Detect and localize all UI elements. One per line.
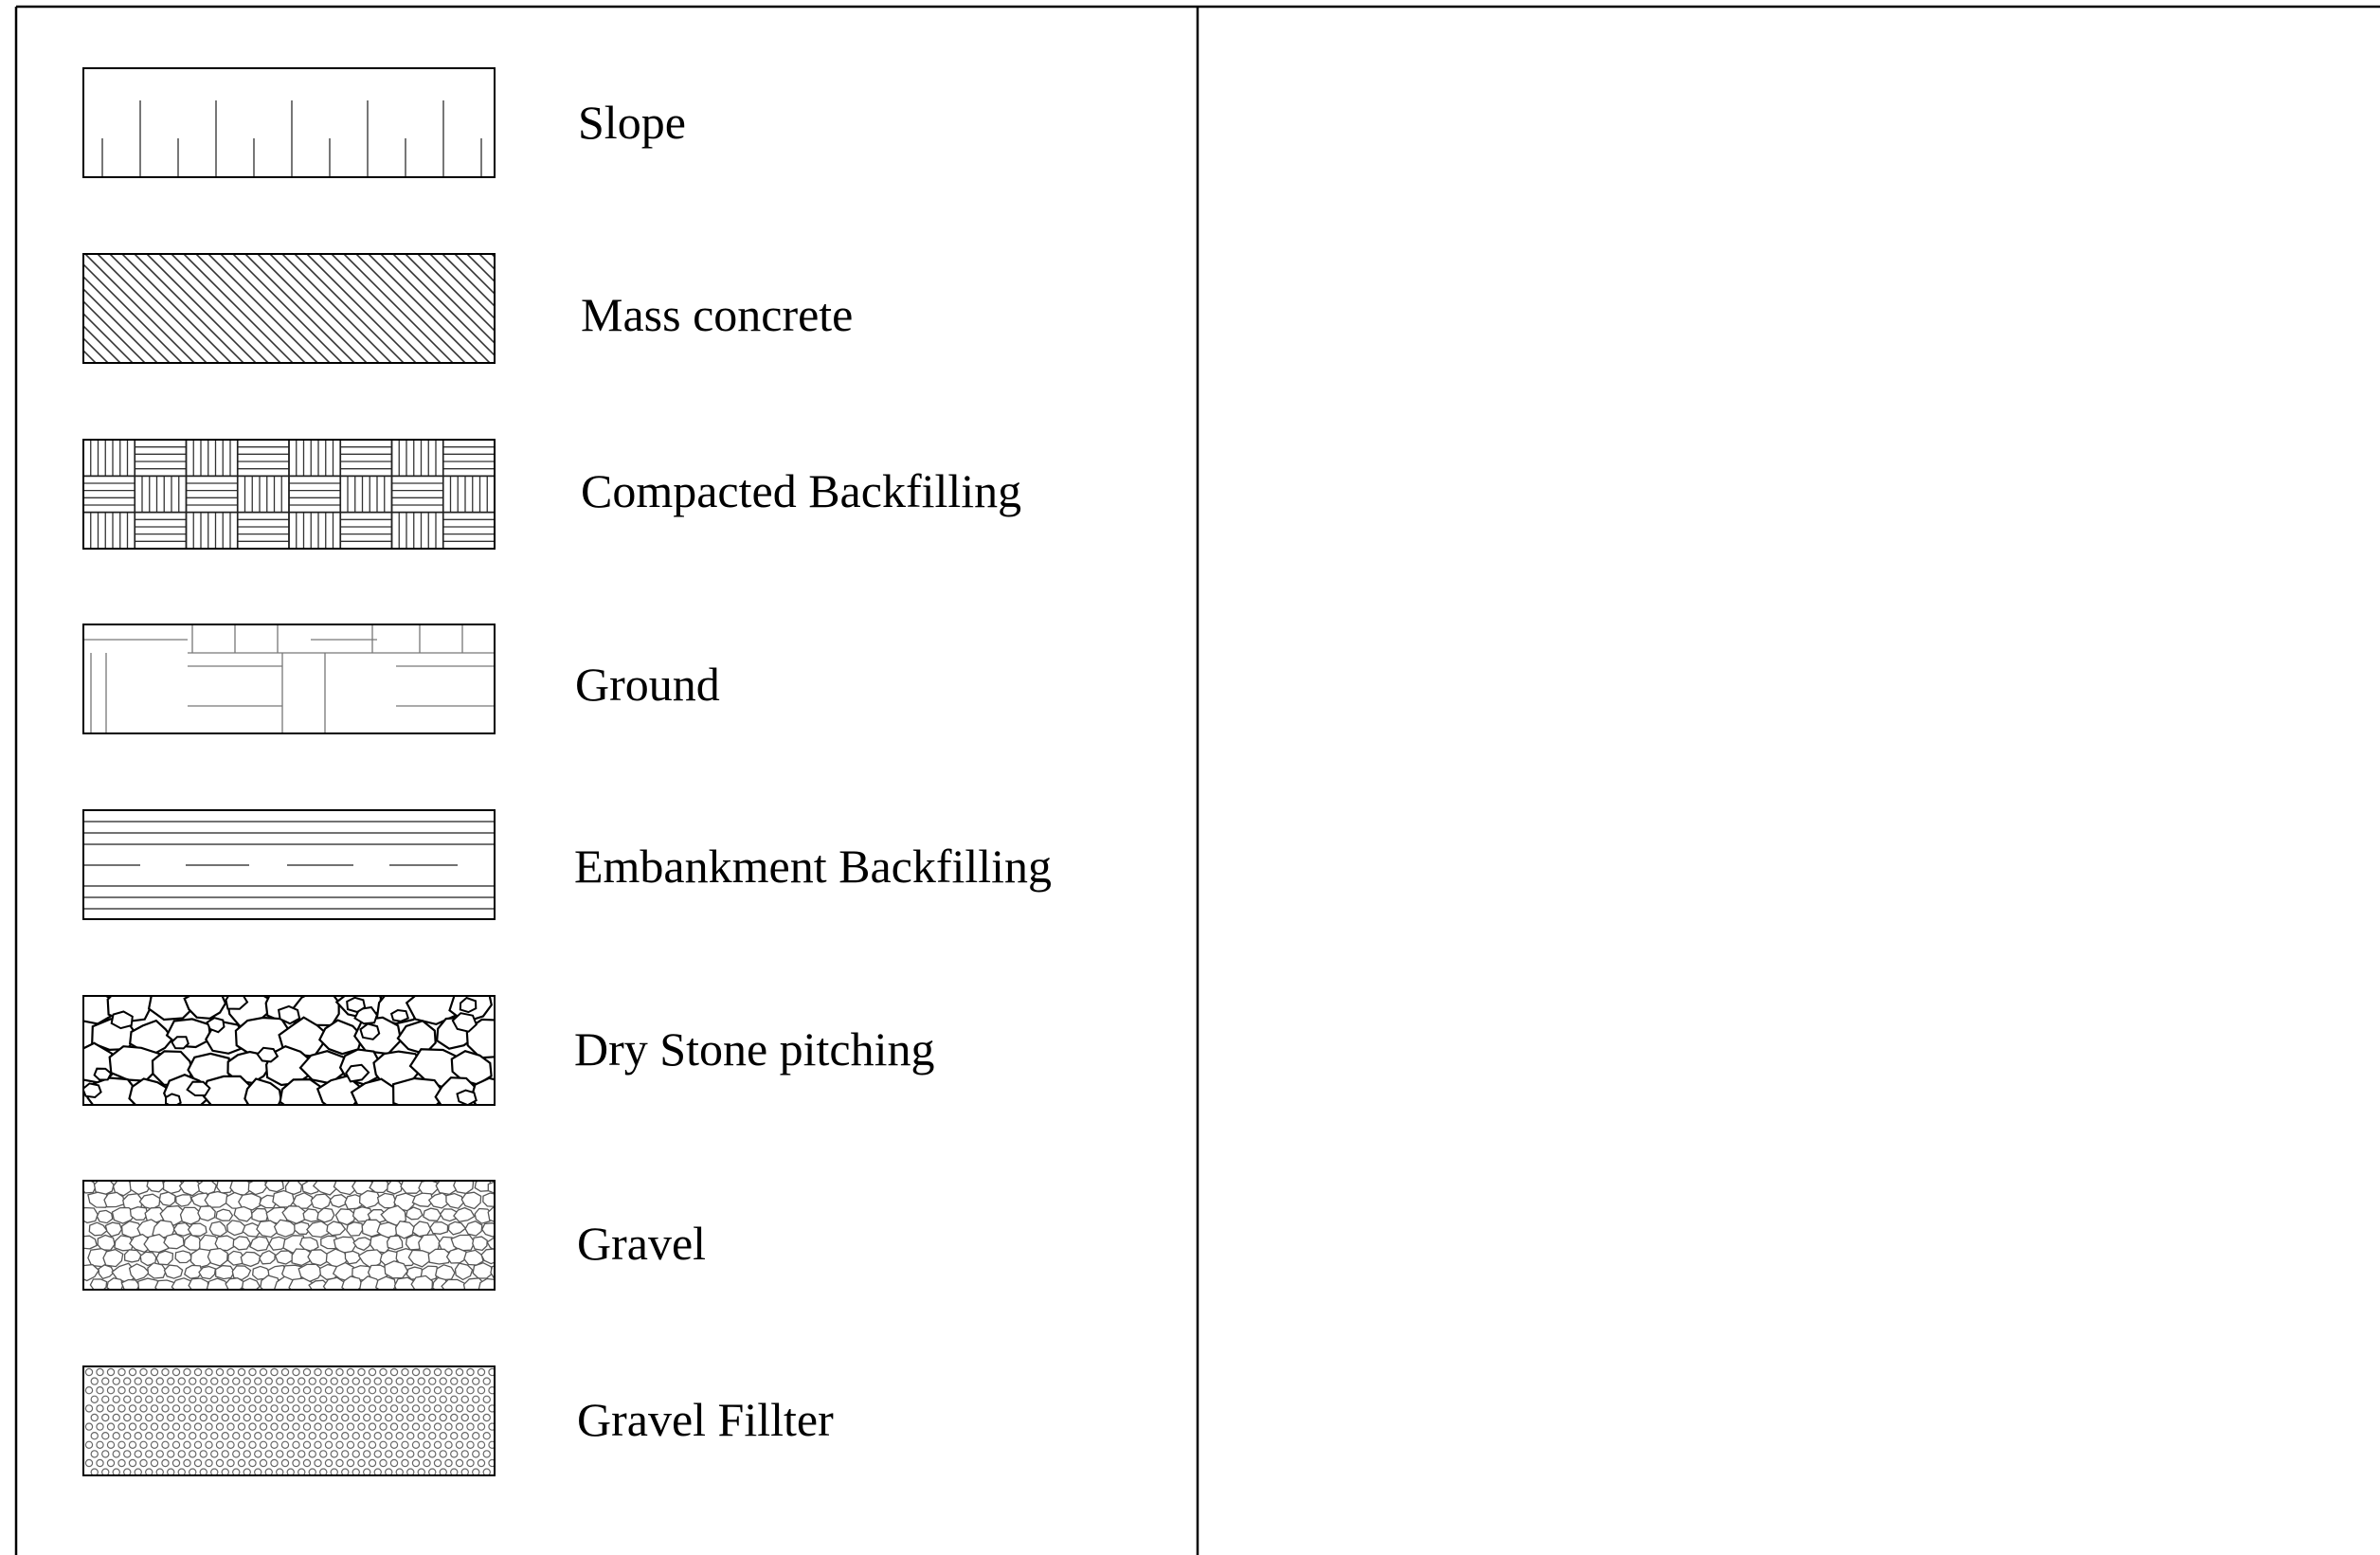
legend-label-mass-concrete: Mass concrete xyxy=(581,288,854,341)
swatch-gravel xyxy=(82,1180,496,1291)
legend-sheet xyxy=(14,5,2380,1555)
legend-label-gravel: Gravel xyxy=(577,1217,707,1270)
swatch-compacted-backfilling xyxy=(82,439,496,550)
swatch-slope xyxy=(82,67,496,178)
swatch-embankment-backfilling xyxy=(82,809,496,920)
swatch-dry-stone-pitching xyxy=(82,995,496,1106)
swatch-ground xyxy=(82,624,496,734)
legend-label-ground: Ground xyxy=(575,658,720,711)
legend-label-embankment-backfilling: Embankment Backfilling xyxy=(574,840,1053,893)
swatch-gravel-fillter xyxy=(82,1365,496,1476)
legend-label-slope: Slope xyxy=(578,96,686,149)
legend-label-dry-stone-pitching: Dry Stone pitching xyxy=(574,1022,935,1076)
legend-label-compacted-backfilling: Compacted Backfilling xyxy=(581,464,1022,517)
legend-label-gravel-fillter: Gravel Fillter xyxy=(577,1393,834,1446)
